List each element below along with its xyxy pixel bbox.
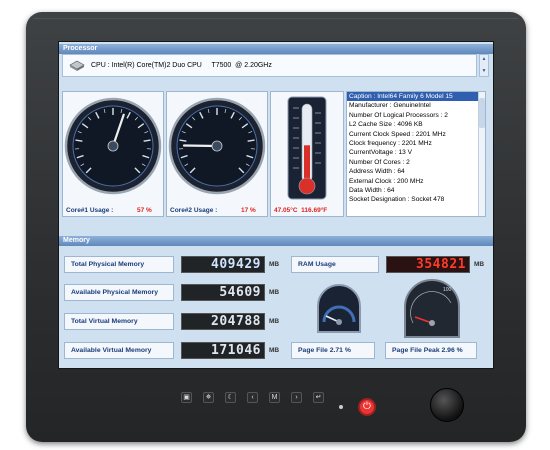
core2-gauge (168, 97, 266, 195)
menu-button[interactable]: M (269, 392, 280, 403)
thermometer-icon (287, 96, 327, 200)
processor-info-item[interactable]: Number Of Cores : 2 (347, 158, 485, 167)
available-physical-memory-value: 54609 (181, 284, 265, 301)
processor-info-item[interactable]: Clock frequency : 2201 MHz (347, 139, 485, 148)
ram-usage-unit: MB (474, 261, 485, 268)
processor-info-item[interactable]: Current Clock Speed : 2201 MHz (347, 130, 485, 139)
total-virtual-memory-label: Total Virtual Memory (64, 313, 174, 330)
core1-usage-value: 57 % (137, 207, 152, 214)
core2-gauge-panel: Core#2 Usage : 17 % (166, 91, 268, 217)
core1-gauge (64, 97, 162, 195)
core2-usage-label: Core#2 Usage : (170, 207, 218, 214)
processor-info-list[interactable]: Caption : Intel64 Family 6 Model 15 Manuf… (346, 91, 486, 217)
core1-gauge-panel: Core#1 Usage : 57 % (62, 91, 164, 217)
available-physical-memory-unit: MB (269, 289, 280, 296)
memory-section-title: Memory (59, 236, 493, 246)
cpu-chip-icon (69, 60, 85, 71)
ram-usage-value: 354821 (386, 256, 470, 273)
available-virtual-memory-unit: MB (269, 347, 280, 354)
temperature-value: 47.05°C 116.69°F (274, 207, 328, 214)
monitor-screen: Processor CPU : Intel(R) Core(TM)2 Duo C… (58, 41, 494, 369)
page-file-gauge (317, 284, 361, 333)
processor-info-item[interactable]: Socket Designation : Socket 478 (347, 195, 485, 204)
power-button[interactable]: ⏻ (358, 398, 376, 416)
cpu-name-field[interactable]: CPU : Intel(R) Core(TM)2 Duo CPU T7500 @… (62, 54, 477, 77)
core2-usage-value: 17 % (241, 207, 256, 214)
total-physical-memory-unit: MB (269, 261, 280, 268)
available-physical-memory-label: Available Physical Memory (64, 284, 174, 301)
ram-usage-label: RAM Usage (291, 256, 379, 273)
total-physical-memory-label: Total Physical Memory (64, 256, 174, 273)
total-virtual-memory-value: 204788 (181, 313, 265, 330)
page-file-label: Page File 2.71 % (291, 342, 375, 359)
night-mode-button[interactable]: ☾ (225, 392, 236, 403)
right-button[interactable]: › (291, 392, 302, 403)
processor-info-item[interactable]: Manufacturer : GenuineIntel (347, 101, 485, 110)
page-file-peak-gauge: 100 (404, 279, 460, 338)
enter-button[interactable]: ↵ (313, 392, 324, 403)
processor-info-item[interactable]: L2 Cache Size : 4096 KB (347, 120, 485, 129)
scroll-down-icon[interactable]: ▼ (480, 67, 488, 75)
processor-info-item[interactable]: Number Of Logical Processors : 2 (347, 111, 485, 120)
page-file-peak-label: Page File Peak 2.96 % (385, 342, 477, 359)
total-physical-memory-value: 409429 (181, 256, 265, 273)
scroll-thumb[interactable] (479, 98, 485, 128)
processor-info-item[interactable]: Address Width : 64 (347, 167, 485, 176)
scroll-up-icon[interactable]: ▲ (480, 55, 488, 63)
temperature-panel: 47.05°C 116.69°F (270, 91, 344, 217)
processor-info-items: Caption : Intel64 Family 6 Model 15 Manuf… (347, 92, 485, 205)
available-virtual-memory-label: Available Virtual Memory (64, 342, 174, 359)
processor-info-item[interactable]: External Clock : 200 MHz (347, 177, 485, 186)
control-knob[interactable] (430, 388, 464, 422)
available-virtual-memory-value: 171046 (181, 342, 265, 359)
processor-info-item[interactable]: Data Width : 64 (347, 186, 485, 195)
total-virtual-memory-unit: MB (269, 318, 280, 325)
info-list-scrollbar[interactable] (478, 92, 485, 216)
status-led (339, 405, 343, 409)
page-file-peak-scale-max: 100 (443, 287, 452, 293)
cpu-name-text: CPU : Intel(R) Core(TM)2 Duo CPU T7500 @… (91, 62, 272, 69)
input-source-button[interactable]: ▣ (181, 392, 192, 403)
brightness-button[interactable]: ✵ (203, 392, 214, 403)
processor-info-item[interactable]: CurrentVoltage : 13 V (347, 148, 485, 157)
core1-usage-label: Core#1 Usage : (66, 207, 114, 214)
processor-info-item[interactable]: Caption : Intel64 Family 6 Model 15 (347, 92, 485, 102)
processor-section-title: Processor (59, 44, 493, 54)
left-button[interactable]: ‹ (247, 392, 258, 403)
cpu-scrollbar[interactable]: ▲ ▼ (479, 54, 489, 77)
